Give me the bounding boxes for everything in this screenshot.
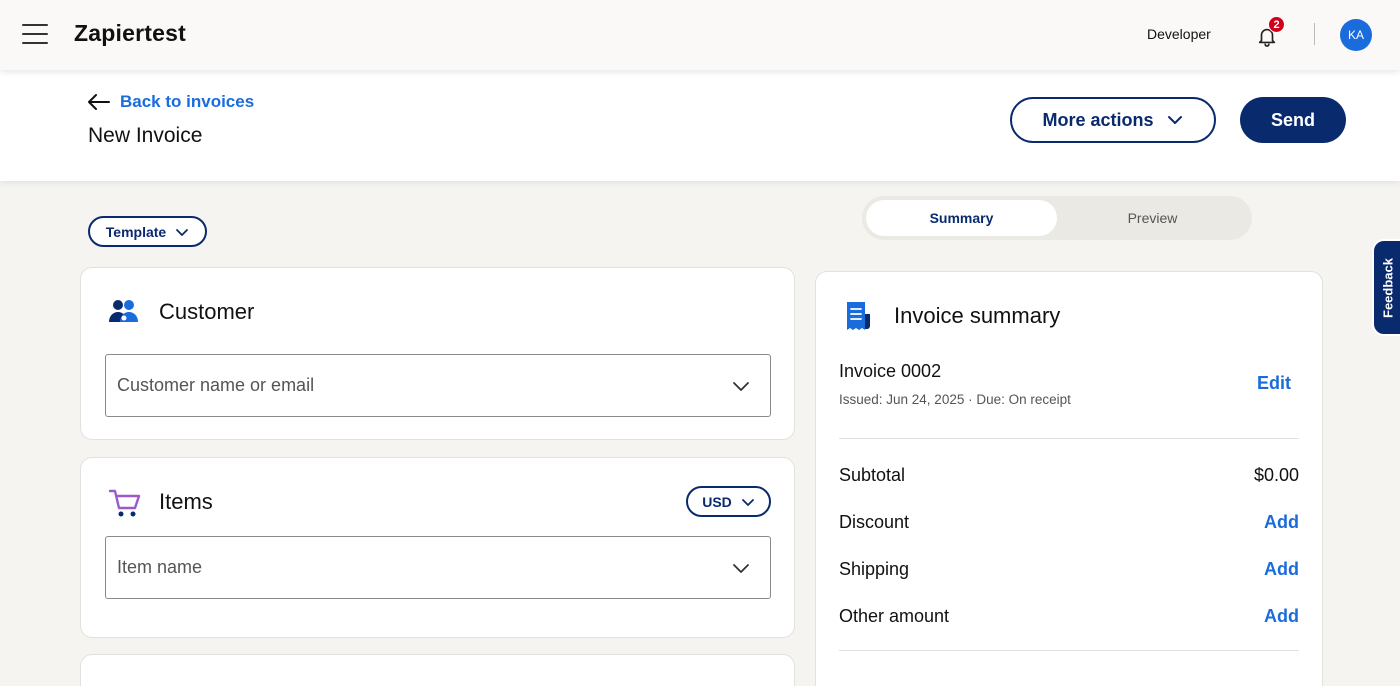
edit-invoice-link[interactable]: Edit xyxy=(1257,373,1291,394)
invoice-number: Invoice 0002 xyxy=(839,361,942,381)
chevron-down-icon xyxy=(176,228,189,236)
divider xyxy=(1314,23,1315,45)
more-actions-button[interactable]: More actions xyxy=(1010,97,1216,143)
customer-card: Customer Customer name or email xyxy=(80,267,795,440)
feedback-tab[interactable]: Feedback xyxy=(1372,239,1400,336)
other-amount-label: Other amount xyxy=(839,606,950,626)
currency-label: USD xyxy=(702,493,732,510)
page-header: Back to invoices New Invoice More action… xyxy=(0,70,1400,181)
chevron-down-icon xyxy=(733,382,749,391)
subtotal-value: $0.00 xyxy=(1253,465,1299,485)
shopping-cart-icon xyxy=(108,489,141,517)
chevron-down-icon xyxy=(741,498,754,506)
arrow-left-icon xyxy=(88,94,110,110)
items-card: Items USD Item name xyxy=(80,457,795,638)
items-title: Items xyxy=(159,489,213,514)
item-placeholder: Item name xyxy=(117,557,203,577)
top-bar: Zapiertest Developer 2 KA xyxy=(0,0,1400,70)
invoice-dates: Issued: Jun 24, 2025 · Due: On receipt xyxy=(839,392,1071,407)
divider xyxy=(839,650,1299,651)
brand-name: Zapiertest xyxy=(74,20,186,46)
tab-preview[interactable]: Preview xyxy=(1057,200,1248,236)
notification-badge: 2 xyxy=(1268,16,1285,33)
add-other-amount-link[interactable]: Add xyxy=(1264,606,1299,627)
template-label: Template xyxy=(105,223,167,240)
back-link[interactable]: Back to invoices xyxy=(88,92,254,112)
send-button[interactable]: Send xyxy=(1240,97,1346,143)
receipt-icon xyxy=(847,302,870,330)
developer-link[interactable]: Developer xyxy=(1147,26,1211,42)
item-select[interactable]: Item name xyxy=(105,536,771,599)
feedback-label: Feedback xyxy=(1380,257,1396,318)
chevron-down-icon xyxy=(733,564,749,573)
back-link-label: Back to invoices xyxy=(120,92,255,111)
invoice-summary-title: Invoice summary xyxy=(894,303,1061,328)
invoice-summary-card: Invoice summary Invoice 0002 Issued: Jun… xyxy=(815,271,1323,686)
avatar[interactable]: KA xyxy=(1340,19,1372,51)
hamburger-menu-icon[interactable] xyxy=(22,24,48,46)
add-shipping-link[interactable]: Add xyxy=(1264,559,1299,580)
shipping-label: Shipping xyxy=(839,559,910,579)
additional-card xyxy=(80,654,795,686)
view-toggle: Summary Preview xyxy=(862,196,1252,240)
more-actions-label: More actions xyxy=(1042,109,1154,130)
subtotal-label: Subtotal xyxy=(839,465,906,485)
template-dropdown[interactable]: Template xyxy=(88,216,207,247)
tab-summary[interactable]: Summary xyxy=(866,200,1057,236)
discount-label: Discount xyxy=(839,512,910,532)
currency-dropdown[interactable]: USD xyxy=(686,486,771,517)
people-icon xyxy=(109,300,138,322)
chevron-down-icon xyxy=(1167,116,1182,124)
customer-select[interactable]: Customer name or email xyxy=(105,354,771,417)
divider xyxy=(839,438,1299,439)
page-title: New Invoice xyxy=(88,124,203,147)
customer-title: Customer xyxy=(159,299,255,324)
customer-placeholder: Customer name or email xyxy=(117,375,315,395)
add-discount-link[interactable]: Add xyxy=(1264,512,1299,533)
